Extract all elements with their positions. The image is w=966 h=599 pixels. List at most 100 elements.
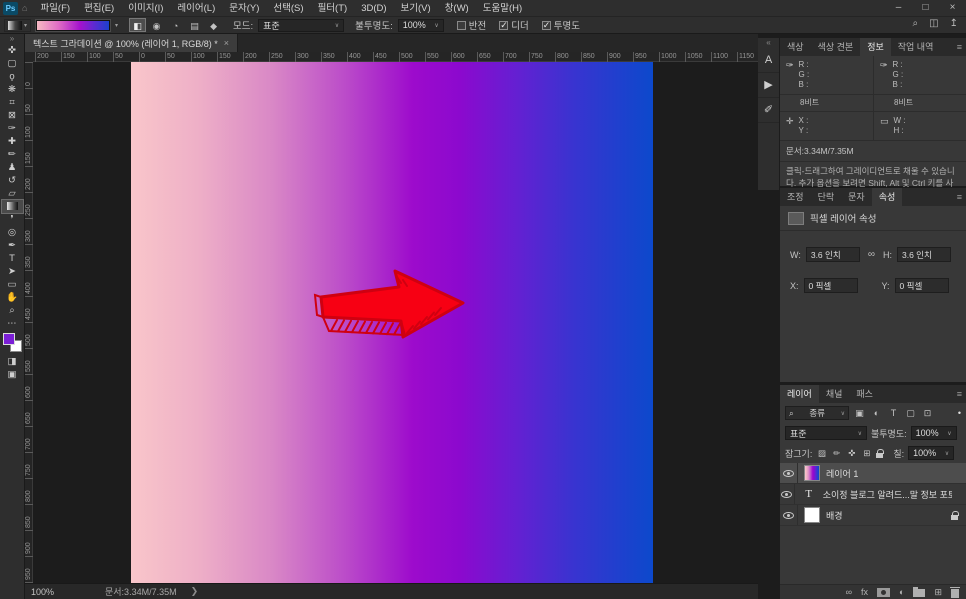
eraser-tool[interactable]: ▱: [2, 187, 23, 200]
layer-row[interactable]: 레이어 1: [780, 463, 966, 484]
dodge-tool[interactable]: ◎: [2, 226, 23, 239]
clone-stamp-tool[interactable]: ♟: [2, 161, 23, 174]
eye-cell[interactable]: [780, 505, 798, 525]
crop-tool[interactable]: ⌗: [2, 96, 23, 109]
vertical-ruler[interactable]: 0 50 100 150 200 250 300 350 400 450 500 550 600 650 7…: [25, 62, 33, 583]
move-tool[interactable]: ✜: [2, 44, 23, 57]
width-field[interactable]: 3.6 인치: [805, 247, 860, 262]
delete-layer-icon[interactable]: [950, 586, 960, 598]
x-field[interactable]: 0 픽셀: [803, 278, 858, 293]
adjustment-layer-icon[interactable]: ◐: [899, 585, 904, 599]
tab-character[interactable]: 문자: [841, 188, 872, 206]
layer-row[interactable]: T 소이정 블로그 알려드...말 정보 포토샵 꿀팁: [780, 484, 966, 505]
shape-tool[interactable]: ▭: [2, 278, 23, 291]
radial-gradient-button[interactable]: ◉: [148, 18, 165, 32]
angle-gradient-button[interactable]: ◔: [167, 18, 184, 32]
maximize-button[interactable]: □: [912, 0, 939, 16]
layer-opacity-select[interactable]: 100% ∨: [910, 426, 957, 440]
menu-item[interactable]: 파일(F): [33, 0, 77, 17]
toolbar-collapse-icon[interactable]: »: [10, 34, 14, 44]
opacity-select[interactable]: 100% ∨: [397, 18, 444, 32]
menu-item[interactable]: 도움말(H): [476, 0, 529, 17]
tab-paragraph[interactable]: 단락: [811, 188, 842, 206]
minimize-button[interactable]: –: [885, 0, 912, 16]
filter-shape-layers-icon[interactable]: ▢: [904, 408, 917, 419]
layer-effects-icon[interactable]: fx: [861, 585, 868, 599]
layer-group-icon[interactable]: [913, 587, 926, 597]
share-icon[interactable]: ↥: [950, 18, 958, 29]
horizontal-ruler[interactable]: 200 150 100 50 0 50 100 150 200 250 300 350 400 450 50…: [33, 52, 758, 62]
canvas-document[interactable]: [131, 62, 653, 583]
y-field[interactable]: 0 픽셀: [894, 278, 949, 293]
panel-collapse-icon[interactable]: «: [758, 38, 779, 48]
lock-position-icon[interactable]: ✜: [846, 448, 857, 459]
filter-smart-objects-icon[interactable]: ⊡: [921, 408, 934, 419]
close-tab-icon[interactable]: ×: [224, 38, 229, 48]
menu-item[interactable]: 3D(D): [354, 0, 393, 17]
layer-filter-select[interactable]: ⌕ 종류 ∨: [785, 406, 849, 420]
tool-preset-picker[interactable]: ▾: [4, 18, 32, 32]
styles-panel-icon[interactable]: ✐: [758, 98, 779, 123]
bit-depth-left[interactable]: 8비트: [780, 95, 873, 111]
menu-item[interactable]: 선택(S): [266, 0, 310, 17]
panel-menu-icon[interactable]: ≡: [957, 188, 962, 206]
layer-mask-icon[interactable]: [877, 587, 891, 597]
path-selection-tool[interactable]: ➤: [2, 265, 23, 278]
workspace-switcher-icon[interactable]: ◫: [929, 18, 938, 29]
more-tools[interactable]: ⋯: [2, 317, 23, 330]
screen-mode-button[interactable]: ▣: [2, 368, 23, 381]
transparency-checkbox[interactable]: 투명도: [541, 18, 580, 32]
history-brush-tool[interactable]: ↺: [2, 174, 23, 187]
menu-item[interactable]: 편집(E): [77, 0, 121, 17]
bit-depth-right[interactable]: 8비트: [873, 95, 966, 111]
link-layers-icon[interactable]: ∞: [846, 585, 852, 599]
panel-menu-icon[interactable]: ≡: [957, 38, 962, 56]
blur-tool[interactable]: ❜: [2, 213, 23, 226]
frame-tool[interactable]: ⊠: [2, 109, 23, 122]
menu-item[interactable]: 이미지(I): [121, 0, 170, 17]
tab-swatches[interactable]: 색상 견본: [811, 38, 861, 56]
layer-thumbnail[interactable]: T: [801, 486, 817, 502]
lock-transparent-pixels-icon[interactable]: ▨: [816, 448, 827, 459]
menu-item[interactable]: 레이어(L): [170, 0, 222, 17]
panel-menu-icon[interactable]: ≡: [957, 385, 962, 403]
filter-type-layers-icon[interactable]: T: [887, 408, 900, 418]
layer-thumbnail[interactable]: [804, 507, 820, 523]
layer-row[interactable]: 배경: [780, 505, 966, 526]
eyedropper-tool[interactable]: ✑: [2, 122, 23, 135]
filter-pixel-layers-icon[interactable]: ▣: [853, 408, 866, 419]
pen-tool[interactable]: ✒: [2, 239, 23, 252]
tab-color[interactable]: 색상: [780, 38, 811, 56]
menu-item[interactable]: 창(W): [438, 0, 476, 17]
blend-mode-select[interactable]: 표준 ∨: [785, 426, 867, 440]
hand-tool[interactable]: ✋: [2, 291, 23, 304]
glyphs-panel-icon[interactable]: A: [758, 48, 779, 73]
tab-channels[interactable]: 채널: [819, 385, 850, 403]
home-icon[interactable]: ⌂: [22, 3, 27, 13]
chevron-down-icon[interactable]: ▾: [115, 22, 118, 29]
actions-panel-icon[interactable]: ▶: [758, 73, 779, 98]
eye-cell[interactable]: [780, 484, 795, 504]
mode-select[interactable]: 표준 ∨: [258, 18, 345, 32]
fill-select[interactable]: 100% ∨: [908, 446, 955, 460]
tab-history[interactable]: 작업 내역: [891, 38, 941, 56]
type-tool[interactable]: T: [2, 252, 23, 265]
menu-item[interactable]: 필터(T): [311, 0, 355, 17]
quick-mask-button[interactable]: ◨: [2, 355, 23, 368]
gradient-tool[interactable]: [0, 199, 24, 214]
lock-image-pixels-icon[interactable]: ✏: [831, 448, 842, 459]
zoom-level-field[interactable]: 100%: [25, 587, 71, 597]
lock-artboard-icon[interactable]: ⊞: [861, 448, 872, 459]
lock-all-icon[interactable]: [876, 448, 885, 458]
foreground-color-swatch[interactable]: [2, 333, 15, 345]
reverse-checkbox[interactable]: 반전: [456, 18, 486, 32]
close-button[interactable]: ×: [939, 0, 966, 16]
marquee-tool[interactable]: ▢: [2, 57, 23, 70]
quick-selection-tool[interactable]: ❋: [2, 83, 23, 96]
brush-tool[interactable]: ✏: [2, 148, 23, 161]
menu-item[interactable]: 보기(V): [394, 0, 438, 17]
tab-layers[interactable]: 레이어: [780, 385, 819, 403]
canvas-workspace[interactable]: 200 150 100 50 0 50 100 150 200 250 300 350 400 450 50…: [25, 52, 758, 583]
new-layer-icon[interactable]: ⊞: [934, 585, 942, 599]
reflected-gradient-button[interactable]: ▤: [186, 18, 203, 32]
